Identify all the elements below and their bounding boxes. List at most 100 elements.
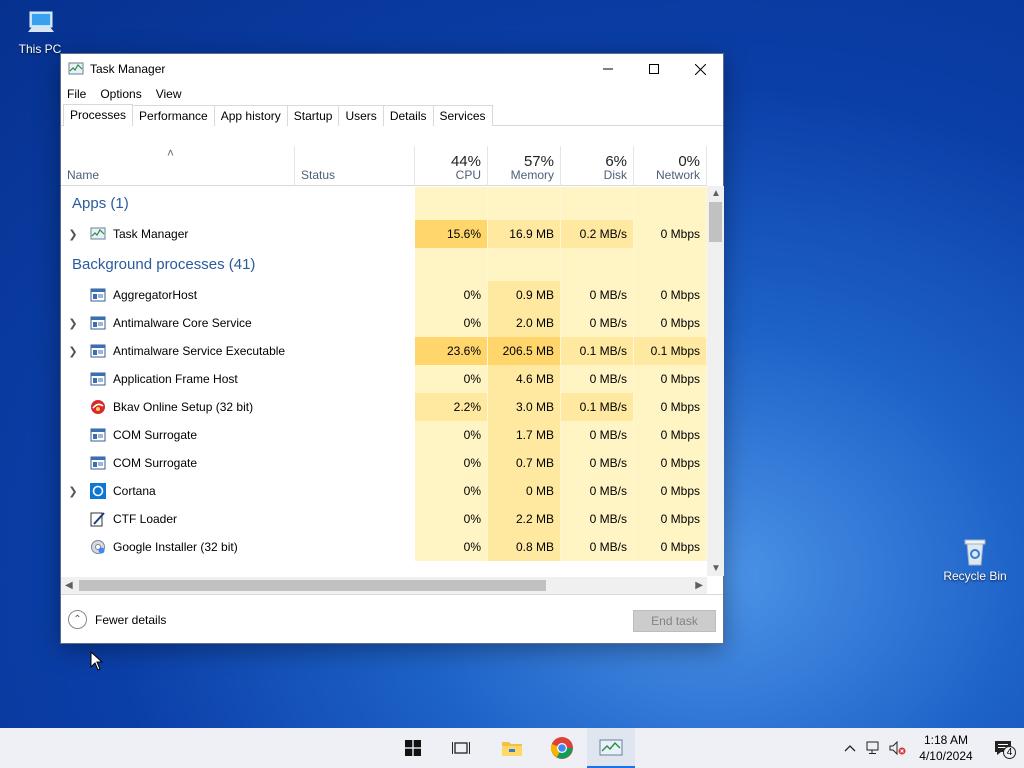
tab-app-history[interactable]: App history (213, 105, 288, 126)
process-icon (90, 343, 106, 359)
process-status (295, 421, 415, 449)
process-memory: 0.8 MB (488, 533, 561, 561)
tab-performance[interactable]: Performance (132, 105, 215, 126)
scroll-up-icon[interactable]: ▲ (711, 188, 721, 199)
process-cpu: 0% (415, 281, 488, 309)
close-button[interactable] (677, 54, 723, 84)
process-network: 0 Mbps (634, 477, 707, 505)
process-grid: ˄ Name Status 44% CPU 57% Memory 6% Disk… (61, 146, 707, 576)
column-network[interactable]: 0% Network (634, 146, 707, 186)
process-disk: 0 MB/s (561, 309, 634, 337)
chevron-right-icon[interactable]: ❯ (64, 485, 82, 498)
process-status (295, 309, 415, 337)
chevron-right-icon[interactable]: ❯ (64, 317, 82, 330)
task-view-icon (452, 742, 470, 754)
window-title: Task Manager (90, 62, 166, 76)
desktop-icon-recycle-bin[interactable]: Recycle Bin (935, 535, 1015, 583)
column-status-label: Status (301, 168, 336, 182)
process-disk: 0.2 MB/s (561, 220, 634, 248)
chevron-right-icon[interactable]: ❯ (64, 228, 82, 241)
notification-center-button[interactable]: 4 (982, 728, 1024, 768)
vertical-scrollbar[interactable]: ▲ ▼ (707, 186, 724, 576)
table-row[interactable]: Google Installer (32 bit) 0% 0.8 MB 0 MB/s 0… (61, 533, 707, 561)
minimize-icon (603, 68, 613, 70)
maximize-button[interactable] (631, 54, 677, 84)
tab-details[interactable]: Details (382, 105, 434, 126)
process-network: 0 Mbps (634, 449, 707, 477)
start-button[interactable] (389, 728, 437, 768)
desktop-icon-this-pc[interactable]: This PC (0, 8, 80, 56)
task-view-button[interactable] (437, 728, 485, 768)
vertical-scroll-thumb[interactable] (709, 202, 722, 242)
process-disk: 0.1 MB/s (561, 337, 634, 365)
clock-date: 4/10/2024 (919, 749, 973, 763)
process-status (295, 365, 415, 393)
task-manager-window: Task Manager File Options View Processes… (60, 53, 724, 644)
process-network: 0 Mbps (634, 365, 707, 393)
process-network: 0 Mbps (634, 393, 707, 421)
process-name: Task Manager (113, 227, 189, 241)
process-cpu: 0% (415, 505, 488, 533)
scroll-left-icon[interactable]: ◀ (65, 580, 73, 591)
chevron-right-icon[interactable]: ❯ (64, 345, 82, 358)
process-status (295, 477, 642, 505)
volume-tray-button[interactable] (886, 728, 910, 768)
process-disk: 0 MB/s (561, 477, 634, 505)
file-explorer-button[interactable] (488, 728, 536, 768)
process-status (295, 449, 415, 477)
table-row[interactable]: ❯ Antimalware Service Executable 23.6% 206.… (61, 337, 707, 365)
process-status (295, 393, 415, 421)
table-row[interactable]: CTF Loader 0% 2.2 MB 0 MB/s 0 Mbps (61, 505, 707, 533)
table-row[interactable]: Bkav Online Setup (32 bit) 2.2% 3.0 MB 0.1 … (61, 393, 707, 421)
scroll-right-icon[interactable]: ▶ (695, 580, 703, 591)
process-cpu: 0% (415, 421, 488, 449)
process-network: 0.1 Mbps (634, 337, 707, 365)
process-memory: 16.9 MB (488, 220, 561, 248)
column-memory[interactable]: 57% Memory (488, 146, 561, 186)
column-cpu[interactable]: 44% CPU (415, 146, 488, 186)
tab-users[interactable]: Users (338, 105, 384, 126)
menu-file[interactable]: File (67, 87, 86, 101)
chrome-button[interactable] (538, 728, 586, 768)
table-row[interactable]: COM Surrogate 0% 1.7 MB 0 MB/s 0 Mbps (61, 421, 707, 449)
scroll-down-icon[interactable]: ▼ (711, 563, 721, 574)
process-status (295, 337, 415, 365)
tab-processes[interactable]: Processes (63, 104, 134, 126)
process-cpu: 0% (415, 477, 488, 505)
table-row[interactable]: ❯ Antimalware Core Service 0% 2.0 MB 0 MB/s 0… (61, 309, 707, 337)
column-status[interactable]: Status (295, 146, 415, 186)
group-header-apps: Apps (1) (61, 187, 707, 220)
table-row[interactable]: COM Surrogate 0% 0.7 MB 0 MB/s 0 Mbps (61, 449, 707, 477)
tab-startup[interactable]: Startup (286, 105, 340, 126)
end-task-button[interactable]: End task (633, 610, 716, 632)
tab-services[interactable]: Services (432, 105, 493, 126)
horizontal-scrollbar[interactable]: ◀ ▶ (61, 577, 707, 594)
process-memory: 0.9 MB (488, 281, 561, 309)
network-icon (866, 741, 879, 754)
system-tray: 1:18 AM 4/10/2024 4 (838, 728, 1024, 768)
process-network: 0 Mbps (634, 421, 707, 449)
minimize-button[interactable] (585, 54, 631, 84)
show-hidden-icons-button[interactable] (838, 728, 862, 768)
chevron-up-icon: ⌃ (68, 610, 87, 629)
table-row[interactable]: AggregatorHost 0% 0.9 MB 0 MB/s 0 Mbps (61, 281, 707, 309)
column-header-row: ˄ Name Status 44% CPU 57% Memory 6% Disk… (61, 146, 707, 186)
table-row[interactable]: ❯ Task Manager 15.6% 16.9 MB 0.2 MB/s 0 Mbps (61, 220, 707, 248)
network-tray-button[interactable] (862, 728, 886, 768)
menu-options[interactable]: Options (100, 87, 141, 101)
fewer-details-button[interactable]: ⌃ Fewer details (68, 610, 166, 629)
recycle-bin-icon (964, 539, 986, 566)
bkav-icon (90, 399, 106, 415)
column-name[interactable]: Name (61, 146, 295, 186)
clock-time: 1:18 AM (923, 733, 969, 747)
process-disk: 0 MB/s (561, 505, 634, 533)
task-manager-taskbar-button[interactable] (587, 728, 635, 768)
clock[interactable]: 1:18 AM 4/10/2024 (910, 732, 982, 764)
table-row[interactable]: ❯ Cortana 0% 0 MB 0 MB/s 0 Mbps (61, 477, 707, 505)
column-disk[interactable]: 6% Disk (561, 146, 634, 186)
menu-view[interactable]: View (156, 87, 182, 101)
process-memory: 0 MB (488, 477, 561, 505)
table-row[interactable]: Application Frame Host 0% 4.6 MB 0 MB/s 0 Mb… (61, 365, 707, 393)
title-bar[interactable]: Task Manager (61, 54, 723, 84)
horizontal-scroll-thumb[interactable] (79, 580, 546, 591)
